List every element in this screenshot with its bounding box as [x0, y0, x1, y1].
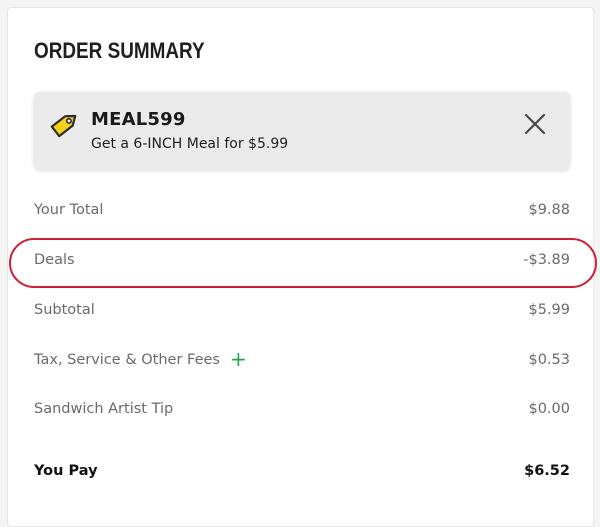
subtotal-label: Subtotal [34, 302, 95, 318]
you-pay-label: You Pay [34, 463, 98, 479]
deals-row: Deals -$3.89 [34, 250, 570, 274]
subtotal-row: Subtotal $5.99 [34, 300, 570, 324]
tip-row: Sandwich Artist Tip $0.00 [34, 399, 570, 423]
tip-label: Sandwich Artist Tip [34, 401, 174, 417]
tax-fees-label: Tax, Service & Other Fees [34, 352, 220, 368]
tax-fees-row: Tax, Service & Other Fees + $0.53 [34, 349, 570, 374]
tax-fees-label-wrap: Tax, Service & Other Fees + [34, 349, 247, 369]
promo-code-banner: MEAL599 Get a 6-INCH Meal for $5.99 [34, 92, 570, 170]
close-icon[interactable] [520, 109, 550, 139]
promo-code: MEAL599 [91, 109, 186, 130]
promo-description: Get a 6-INCH Meal for $5.99 [91, 136, 289, 152]
order-summary-title: ORDER SUMMARY [34, 38, 205, 63]
deals-value: -$3.89 [523, 252, 570, 268]
you-pay-value: $6.52 [524, 463, 570, 479]
tax-fees-value: $0.53 [528, 352, 570, 368]
subtotal-value: $5.99 [528, 302, 570, 318]
deals-label: Deals [34, 252, 75, 268]
your-total-row: Your Total $9.88 [34, 200, 570, 224]
price-tag-icon [50, 114, 77, 138]
tip-value: $0.00 [528, 401, 570, 417]
your-total-value: $9.88 [528, 202, 570, 218]
plus-icon[interactable]: + [230, 349, 247, 369]
order-summary-card: ORDER SUMMARY MEAL599 Get a 6-INCH Meal … [7, 7, 597, 527]
you-pay-row: You Pay $6.52 [34, 461, 570, 485]
your-total-label: Your Total [34, 202, 104, 218]
